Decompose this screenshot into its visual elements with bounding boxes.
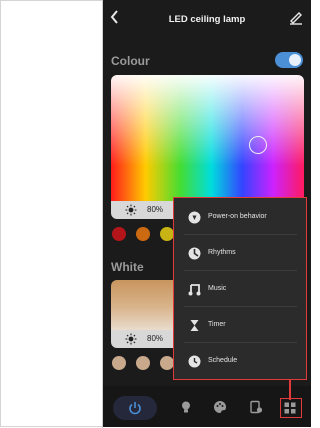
colour-brightness-value: 80% (147, 205, 164, 214)
colour-picker-handle[interactable] (249, 136, 267, 154)
power-button[interactable] (113, 396, 157, 420)
colour-section-title: Colour (111, 54, 150, 68)
menu-item-label: Timer (208, 321, 226, 328)
palette-icon[interactable] (213, 400, 227, 414)
menu-divider (184, 342, 297, 343)
sun-icon (125, 333, 137, 345)
pencil-icon (290, 12, 302, 25)
white-swatch-3[interactable] (160, 356, 174, 370)
menu-item-schedule[interactable]: Schedule (174, 345, 305, 379)
power-behavior-icon (188, 211, 201, 224)
colour-swatch-2[interactable] (136, 227, 150, 241)
highlight-connector (289, 380, 291, 400)
sun-icon (125, 204, 137, 216)
colour-swatch-1[interactable] (112, 227, 126, 241)
menu-divider (184, 306, 297, 307)
clock-icon (188, 355, 201, 368)
power-icon (129, 402, 141, 415)
toggle-knob (289, 54, 301, 66)
white-swatch-2[interactable] (136, 356, 150, 370)
white-swatch-1[interactable] (112, 356, 126, 370)
scene-icon[interactable] (249, 400, 263, 414)
colour-swatch-3[interactable] (160, 227, 174, 241)
menu-item-label: Power-on behavior (208, 213, 267, 220)
colour-toggle[interactable] (275, 52, 303, 68)
menu-divider (184, 234, 297, 235)
hourglass-icon (190, 320, 199, 331)
white-brightness-value: 80% (147, 334, 164, 343)
white-section-title: White (111, 260, 144, 274)
menu-item-label: Schedule (208, 357, 238, 364)
bulb-icon[interactable] (179, 400, 193, 414)
menu-item-music[interactable]: Music (174, 273, 305, 307)
grid-icon[interactable] (284, 402, 296, 414)
menu-item-label: Music (208, 285, 227, 292)
feature-menu: Power-on behavior Rhythms Music Timer Sc… (173, 197, 307, 380)
colour-palette[interactable] (111, 75, 304, 201)
menu-item-rhythms[interactable]: Rhythms (174, 237, 305, 271)
menu-item-label: Rhythms (208, 249, 236, 256)
menu-item-power-on-behavior[interactable]: Power-on behavior (174, 201, 305, 235)
music-note-icon (188, 284, 201, 296)
menu-item-timer[interactable]: Timer (174, 309, 305, 343)
rhythms-icon (188, 247, 201, 260)
page-title: LED ceiling lamp (168, 14, 246, 25)
menu-divider (184, 270, 297, 271)
edit-button[interactable] (289, 11, 303, 25)
